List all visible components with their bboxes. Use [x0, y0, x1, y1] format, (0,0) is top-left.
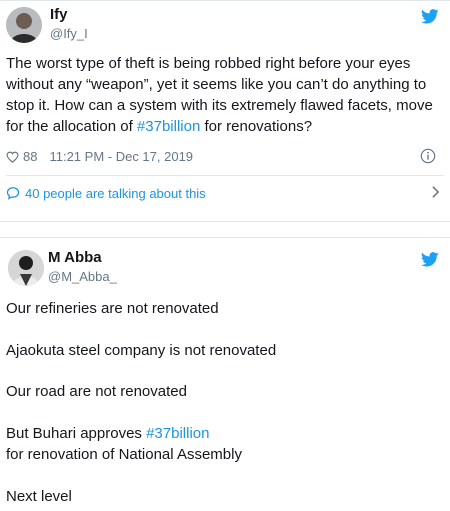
avatar-image — [6, 7, 42, 43]
tweet-meta: 88 11:21 PM - Dec 17, 2019 — [6, 149, 193, 165]
chevron-right-icon[interactable] — [431, 185, 440, 199]
info-icon[interactable] — [420, 148, 436, 164]
author-handle[interactable]: @M_Abba_ — [48, 269, 117, 285]
avatar[interactable] — [6, 7, 42, 43]
tweet-text: The worst type of theft is being robbed … — [6, 53, 442, 137]
heart-icon[interactable] — [6, 151, 19, 163]
tweet-line: Ajaokuta steel company is not renovated — [6, 342, 277, 359]
author-handle[interactable]: @Ify_I — [50, 26, 88, 42]
tweet-line: Our road are not renovated — [6, 383, 187, 400]
conversation-text[interactable]: 40 people are talking about this — [25, 186, 206, 201]
tweet-line: But Buhari approves #37billion — [6, 424, 209, 444]
tweet-text-part: for renovations? — [200, 118, 313, 135]
like-count[interactable]: 88 — [23, 149, 37, 165]
tweet-line: Our refineries are not renovated — [6, 300, 219, 317]
hashtag-link[interactable]: #37billion — [146, 425, 209, 442]
twitter-bird-icon[interactable] — [421, 9, 439, 24]
avatar-image — [8, 250, 44, 286]
avatar[interactable] — [8, 250, 44, 286]
twitter-bird-icon[interactable] — [421, 252, 439, 267]
author-name[interactable]: Ify — [50, 6, 68, 24]
tweet-card-m-abba: M Abba @M_Abba_ Our refineries are not r… — [0, 237, 450, 511]
author-name[interactable]: M Abba — [48, 249, 102, 267]
tweet-text-part: But Buhari approves — [6, 425, 147, 442]
hashtag-link[interactable]: #37billion — [137, 118, 200, 135]
tweet-line: for renovation of National Assembly — [6, 446, 242, 463]
tweet-line: Next level — [6, 488, 72, 505]
conversation-link[interactable]: 40 people are talking about this — [6, 183, 440, 203]
divider — [6, 175, 444, 176]
timestamp[interactable]: 11:21 PM - Dec 17, 2019 — [49, 149, 193, 165]
tweet-card-ify: Ify @Ify_I The worst type of theft is be… — [0, 0, 450, 222]
comment-bubble-icon — [6, 187, 20, 200]
